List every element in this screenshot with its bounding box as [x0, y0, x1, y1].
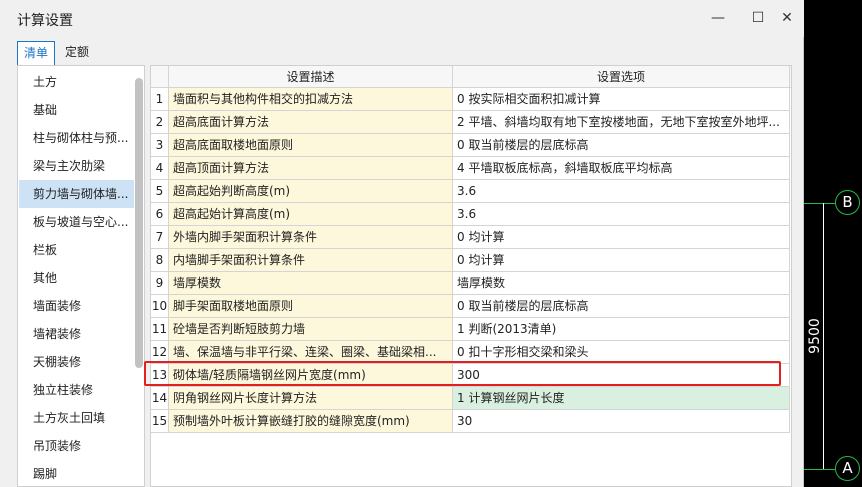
- row-number: 6: [151, 203, 169, 226]
- table-row[interactable]: 4 超高顶面计算方法 4 平墙取板底标高，斜墙取板底平均标高: [151, 157, 791, 180]
- window-title: 计算设置: [17, 13, 73, 29]
- dimension-line: [823, 203, 824, 469]
- maximize-icon[interactable]: ☐: [747, 7, 769, 29]
- close-icon[interactable]: ✕: [776, 7, 798, 29]
- minimize-icon[interactable]: —: [707, 7, 729, 29]
- header-desc: 设置描述: [169, 66, 453, 88]
- list-item[interactable]: 墙面装修: [19, 292, 134, 320]
- row-desc: 脚手架面取楼地面原则: [169, 295, 453, 318]
- row-value[interactable]: 4 平墙取板底标高，斜墙取板底平均标高: [453, 157, 790, 180]
- row-number: 12: [151, 341, 169, 364]
- sidebar-scrollbar[interactable]: [135, 78, 143, 368]
- list-item[interactable]: 墙裙装修: [19, 320, 134, 348]
- tab-qingdan[interactable]: 清单: [17, 41, 55, 66]
- row-number: 7: [151, 226, 169, 249]
- row-value[interactable]: 300: [453, 364, 790, 387]
- tab-dinge[interactable]: 定额: [59, 41, 97, 66]
- row-value[interactable]: 0 均计算: [453, 249, 790, 272]
- row-number: 9: [151, 272, 169, 295]
- row-desc: 墙、保温墙与非平行梁、连梁、圈梁、基础梁相...: [169, 341, 453, 364]
- table-row[interactable]: 10 脚手架面取楼地面原则 0 取当前楼层的层底标高: [151, 295, 791, 318]
- table-row[interactable]: 1 墙面积与其他构件相交的扣减方法 0 按实际相交面积扣减计算: [151, 88, 791, 111]
- row-number: 2: [151, 111, 169, 134]
- row-value[interactable]: 0 取当前楼层的层底标高: [453, 295, 790, 318]
- table-row[interactable]: 8 内墙脚手架面积计算条件 0 均计算: [151, 249, 791, 272]
- grid-header: 设置描述 设置选项: [151, 66, 791, 88]
- axis-label-b: B: [835, 190, 860, 215]
- row-desc: 预制墙外叶板计算嵌缝打胶的缝隙宽度(mm): [169, 410, 453, 433]
- table-row[interactable]: 11 砼墙是否判断短肢剪力墙 1 判断(2013清单): [151, 318, 791, 341]
- list-item[interactable]: 天棚装修: [19, 348, 134, 376]
- row-number: 4: [151, 157, 169, 180]
- calc-settings-dialog: 计算设置 — ☐ ✕ 清单 定额 土方 基础 柱与砌体柱与预... 梁与主次肋梁…: [0, 0, 804, 487]
- row-desc: 墙面积与其他构件相交的扣减方法: [169, 88, 453, 111]
- row-number: 5: [151, 180, 169, 203]
- row-number: 10: [151, 295, 169, 318]
- axis-label-a: A: [835, 456, 860, 481]
- row-desc: 内墙脚手架面积计算条件: [169, 249, 453, 272]
- settings-grid: 设置描述 设置选项 1 墙面积与其他构件相交的扣减方法 0 按实际相交面积扣减计…: [150, 65, 792, 487]
- list-item[interactable]: 踢脚: [19, 460, 134, 486]
- list-item[interactable]: 吊顶装修: [19, 432, 134, 460]
- row-desc: 阴角钢丝网片长度计算方法: [169, 387, 453, 410]
- row-desc: 外墙内脚手架面积计算条件: [169, 226, 453, 249]
- list-item[interactable]: 土方灰土回填: [19, 404, 134, 432]
- table-row[interactable]: 7 外墙内脚手架面积计算条件 0 均计算: [151, 226, 791, 249]
- cad-canvas[interactable]: [804, 0, 862, 487]
- table-row[interactable]: 2 超高底面计算方法 2 平墙、斜墙均取有地下室按楼地面，无地下室按室外地坪..…: [151, 111, 791, 134]
- row-desc: 砌体墙/轻质隔墙钢丝网片宽度(mm): [169, 364, 453, 387]
- dimension-text: 9500: [806, 318, 823, 354]
- list-item[interactable]: 栏板: [19, 236, 134, 264]
- row-value[interactable]: 0 扣十字形相交梁和梁头: [453, 341, 790, 364]
- row-number: 1: [151, 88, 169, 111]
- axis-line-a: [804, 469, 835, 470]
- list-item[interactable]: 其他: [19, 264, 134, 292]
- row-value[interactable]: 墙厚模数: [453, 272, 790, 295]
- list-item[interactable]: 柱与砌体柱与预...: [19, 124, 134, 152]
- list-item[interactable]: 板与坡道与空心...: [19, 208, 134, 236]
- row-value[interactable]: 0 按实际相交面积扣减计算: [453, 88, 790, 111]
- row-value[interactable]: 3.6: [453, 203, 790, 226]
- row-value[interactable]: 1 计算钢丝网片长度: [453, 387, 790, 410]
- row-value[interactable]: 0 取当前楼层的层底标高: [453, 134, 790, 157]
- table-row[interactable]: 5 超高起始判断高度(m) 3.6: [151, 180, 791, 203]
- row-number: 8: [151, 249, 169, 272]
- row-value[interactable]: 30: [453, 410, 790, 433]
- row-value[interactable]: 3.6: [453, 180, 790, 203]
- category-list: 土方 基础 柱与砌体柱与预... 梁与主次肋梁 剪力墙与砌体墙... 板与坡道与…: [17, 65, 145, 487]
- table-row[interactable]: 6 超高起始计算高度(m) 3.6: [151, 203, 791, 226]
- row-value[interactable]: 1 判断(2013清单): [453, 318, 790, 341]
- row-number: 11: [151, 318, 169, 341]
- row-value[interactable]: 2 平墙、斜墙均取有地下室按楼地面，无地下室按室外地坪...: [453, 111, 790, 134]
- header-num: [151, 66, 169, 88]
- row-value[interactable]: 0 均计算: [453, 226, 790, 249]
- table-row[interactable]: 15 预制墙外叶板计算嵌缝打胶的缝隙宽度(mm) 30: [151, 410, 791, 433]
- header-val: 设置选项: [453, 66, 790, 88]
- table-row[interactable]: 13 砌体墙/轻质隔墙钢丝网片宽度(mm) 300: [151, 364, 791, 387]
- row-desc: 超高顶面计算方法: [169, 157, 453, 180]
- row-number: 13: [151, 364, 169, 387]
- list-item-selected[interactable]: 剪力墙与砌体墙...: [19, 180, 134, 208]
- list-item[interactable]: 基础: [19, 96, 134, 124]
- title-bar: 计算设置 — ☐ ✕: [0, 0, 804, 37]
- row-desc: 超高起始判断高度(m): [169, 180, 453, 203]
- row-number: 14: [151, 387, 169, 410]
- table-row[interactable]: 14 阴角钢丝网片长度计算方法 1 计算钢丝网片长度: [151, 387, 791, 410]
- table-row[interactable]: 12 墙、保温墙与非平行梁、连梁、圈梁、基础梁相... 0 扣十字形相交梁和梁头: [151, 341, 791, 364]
- row-desc: 墙厚模数: [169, 272, 453, 295]
- row-number: 15: [151, 410, 169, 433]
- list-item[interactable]: 独立柱装修: [19, 376, 134, 404]
- axis-line-b: [804, 203, 835, 204]
- row-desc: 超高底面计算方法: [169, 111, 453, 134]
- table-row[interactable]: 9 墙厚模数 墙厚模数: [151, 272, 791, 295]
- row-desc: 超高底面取楼地面原则: [169, 134, 453, 157]
- row-number: 3: [151, 134, 169, 157]
- table-row[interactable]: 3 超高底面取楼地面原则 0 取当前楼层的层底标高: [151, 134, 791, 157]
- row-desc: 超高起始计算高度(m): [169, 203, 453, 226]
- list-item[interactable]: 梁与主次肋梁: [19, 152, 134, 180]
- list-item[interactable]: 土方: [19, 68, 134, 96]
- row-desc: 砼墙是否判断短肢剪力墙: [169, 318, 453, 341]
